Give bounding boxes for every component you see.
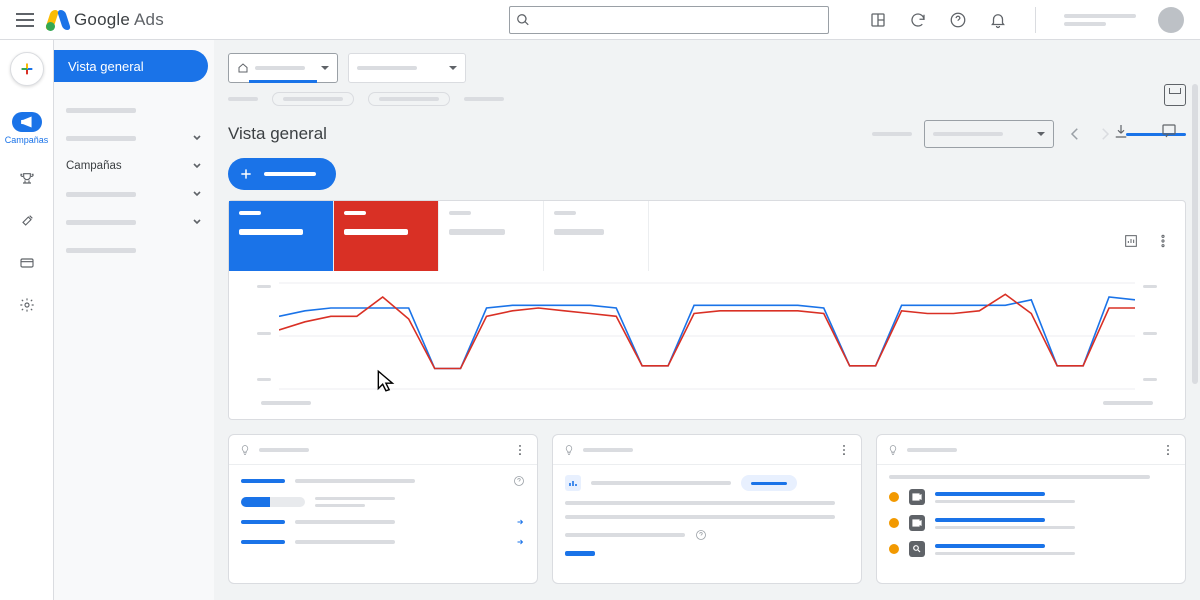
status-dot-icon — [889, 518, 899, 528]
search-icon — [516, 13, 530, 27]
new-campaign-button[interactable] — [228, 158, 336, 190]
metric-tile-2[interactable] — [334, 201, 439, 271]
chevron-down-icon — [192, 217, 202, 227]
menu-icon[interactable] — [16, 13, 34, 27]
ads-logo-icon — [48, 10, 68, 30]
rail-tools[interactable] — [19, 213, 35, 229]
status-dot-icon — [889, 544, 899, 554]
rail-billing[interactable] — [19, 255, 35, 271]
nav-item[interactable] — [54, 208, 214, 236]
more-icon[interactable] — [1161, 443, 1175, 457]
date-label — [872, 132, 912, 136]
filter-more[interactable] — [464, 97, 504, 101]
help-icon[interactable] — [513, 475, 525, 487]
list-item[interactable] — [241, 537, 525, 547]
home-icon — [237, 62, 249, 74]
list-item[interactable] — [565, 475, 849, 491]
chevron-down-icon — [192, 189, 202, 199]
insight-card-3 — [876, 434, 1186, 584]
left-rail: Campañas — [0, 40, 54, 600]
nav-item[interactable] — [54, 96, 214, 124]
search-input[interactable] — [538, 13, 822, 27]
account-switcher[interactable] — [1064, 14, 1136, 26]
chevron-down-icon — [192, 133, 202, 143]
search-box[interactable] — [509, 6, 829, 34]
arrow-right-icon — [515, 517, 525, 527]
more-icon[interactable] — [1155, 233, 1171, 249]
insight-card-1 — [228, 434, 538, 584]
video-icon — [909, 515, 925, 531]
megaphone-icon — [19, 114, 35, 130]
nav-item[interactable] — [54, 236, 214, 264]
divider — [1035, 7, 1036, 33]
video-icon — [909, 489, 925, 505]
rail-campaigns[interactable]: Campañas — [5, 112, 49, 145]
nav-item[interactable] — [54, 124, 214, 152]
refresh-icon[interactable] — [909, 11, 927, 29]
account-selector[interactable] — [228, 53, 338, 83]
arrow-right-icon — [515, 537, 525, 547]
filter-chips — [214, 88, 1200, 114]
page-title-bar: Vista general — [214, 114, 1200, 158]
feedback-icon[interactable] — [1160, 122, 1178, 140]
bar-chart-icon — [568, 478, 578, 488]
trophy-icon — [19, 171, 35, 187]
lightbulb-icon — [239, 444, 251, 456]
nav-campaigns[interactable]: Campañas — [54, 152, 214, 180]
more-icon[interactable] — [513, 443, 527, 457]
search-ad-icon — [909, 541, 925, 557]
wrench-icon — [19, 213, 35, 229]
expand-chart-icon[interactable] — [1123, 233, 1139, 249]
status-badge — [741, 475, 797, 491]
avatar[interactable] — [1158, 7, 1184, 33]
product-logo[interactable]: Google Ads — [48, 10, 164, 30]
lightbulb-icon — [563, 444, 575, 456]
gear-icon — [19, 297, 35, 313]
prev-period-button[interactable] — [1066, 125, 1084, 143]
nav-overview[interactable]: Vista general — [54, 50, 208, 82]
more-icon[interactable] — [837, 443, 851, 457]
main: Vista general — [214, 40, 1200, 600]
list-item[interactable] — [889, 541, 1173, 557]
metric-tile-3[interactable] — [439, 201, 544, 271]
save-view-icon[interactable] — [1164, 84, 1186, 106]
scrollbar[interactable] — [1192, 84, 1198, 384]
progress-bar — [241, 497, 305, 507]
date-range-selector[interactable] — [924, 120, 1054, 148]
nav-item[interactable] — [54, 180, 214, 208]
rail-goals[interactable] — [19, 171, 35, 187]
metric-tile-4[interactable] — [544, 201, 649, 271]
app-bar: Google Ads — [0, 0, 1200, 40]
create-fab[interactable] — [10, 52, 44, 86]
rail-campaigns-label: Campañas — [5, 135, 49, 145]
lightbulb-icon — [887, 444, 899, 456]
notifications-icon[interactable] — [989, 11, 1007, 29]
card-icon — [19, 255, 35, 271]
help-icon[interactable] — [695, 529, 707, 541]
download-icon[interactable] — [1112, 122, 1130, 140]
side-nav: Vista general Campañas — [54, 40, 214, 600]
rail-admin[interactable] — [19, 297, 35, 313]
campaign-selector[interactable] — [348, 53, 466, 83]
line-chart — [279, 281, 1135, 401]
scope-bar — [214, 40, 1200, 88]
list-item[interactable] — [889, 515, 1173, 531]
plus-icon — [238, 166, 254, 182]
insight-card-2 — [552, 434, 862, 584]
filter-label — [228, 97, 258, 101]
performance-card — [228, 200, 1186, 420]
reports-icon[interactable] — [869, 11, 887, 29]
filter-chip[interactable] — [368, 92, 450, 106]
status-dot-icon — [889, 492, 899, 502]
product-name: Google Ads — [74, 10, 164, 30]
page-title: Vista general — [228, 124, 327, 144]
metric-tile-1[interactable] — [229, 201, 334, 271]
chevron-down-icon — [192, 161, 202, 171]
filter-chip[interactable] — [272, 92, 354, 106]
performance-chart — [229, 271, 1185, 419]
list-item[interactable] — [889, 489, 1173, 505]
help-icon[interactable] — [949, 11, 967, 29]
list-item[interactable] — [241, 517, 525, 527]
appbar-actions — [869, 7, 1184, 33]
